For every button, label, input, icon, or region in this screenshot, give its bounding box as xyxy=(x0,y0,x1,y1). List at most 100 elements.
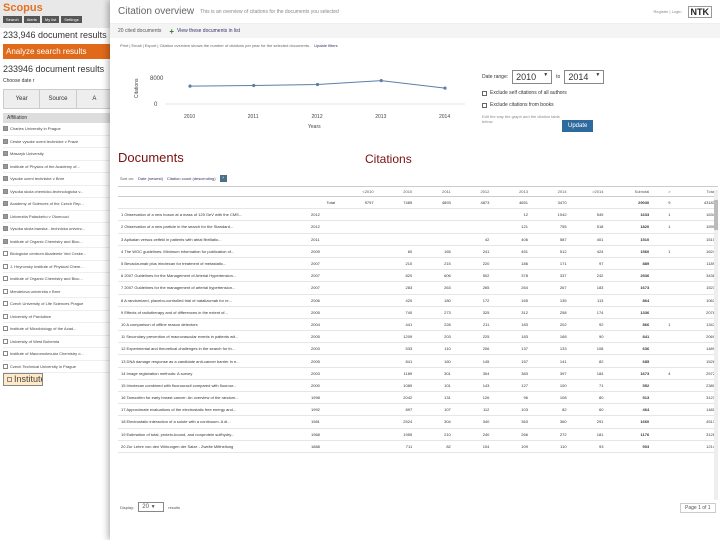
document-title-link[interactable]: 15 Irinotecan combined with fluorouracil… xyxy=(118,379,308,393)
affiliation-item[interactable]: J. Heyrovsky Institute of Physical Chem.… xyxy=(3,261,114,273)
pager[interactable]: Page 1 of 1 xyxy=(680,503,716,513)
exclude-books-row[interactable]: Exclude citations from books xyxy=(482,102,682,108)
update-button[interactable]: Update xyxy=(562,120,594,132)
affiliation-item[interactable]: Academy of Sciences of the Czech Rep... xyxy=(3,198,114,211)
document-title-link[interactable]: 13 DNA damage response as a candidate an… xyxy=(118,354,308,368)
affiliation-checkbox[interactable] xyxy=(3,313,8,319)
affiliation-checkbox[interactable] xyxy=(7,376,12,382)
citation-count-cell: 112 xyxy=(453,403,493,417)
affiliation-item[interactable]: Institute of Organic Chemistry and Bioc.… xyxy=(3,236,114,248)
citation-count-cell xyxy=(652,342,674,356)
affiliation-item[interactable]: Mendelova univerzita v Brne xyxy=(3,286,114,298)
affiliation-item[interactable]: Institute of Physics of the Academy of..… xyxy=(3,161,114,173)
affiliation-checkbox[interactable] xyxy=(3,251,8,257)
publication-year: 1998 xyxy=(308,391,338,405)
document-title-link[interactable]: 6 2007 Guidelines for the Management of … xyxy=(118,269,308,283)
affiliation-checkbox[interactable] xyxy=(3,363,8,369)
affiliation-item[interactable]: Charles University in Prague xyxy=(3,123,114,136)
document-title-link[interactable]: 4 The WGC guidelines: Minimum informatio… xyxy=(118,245,308,258)
affiliation-checkbox[interactable] xyxy=(3,188,8,194)
range-to-select[interactable]: 2014 ▼ xyxy=(564,70,605,84)
affiliation-checkbox[interactable] xyxy=(3,138,8,144)
document-title-link[interactable]: 11 Secondary prevention of macrovascular… xyxy=(118,330,308,344)
document-title-link[interactable]: 20 Zur Lehre von den Wirkungen der Salze… xyxy=(118,440,308,453)
document-title-link[interactable]: 3 Apikalan versus cetfekl in patients wi… xyxy=(118,233,308,246)
affiliation-checkbox[interactable] xyxy=(3,326,8,332)
citation-count-cell: 1633 xyxy=(606,208,653,222)
affiliation-item[interactable]: Vysoka skola chemicko-technologicka v... xyxy=(3,186,114,198)
sort-go-button[interactable]: › xyxy=(219,175,227,182)
tab-settings[interactable]: Settings xyxy=(61,16,82,23)
document-title-link[interactable]: 17 Approximate evaluations of the electr… xyxy=(118,403,308,417)
document-title-link[interactable]: 18 Electrostatic interaction of a solute… xyxy=(118,415,308,429)
document-title-link[interactable]: 10 A comparison of offline reason detect… xyxy=(118,318,308,332)
affiliation-checkbox[interactable] xyxy=(3,351,8,357)
document-title-link[interactable]: 2 Observation of a new particle in the s… xyxy=(118,220,308,234)
affiliation-item[interactable]: Masaryk University xyxy=(3,148,114,161)
vertical-scrollbar[interactable] xyxy=(714,190,718,500)
exclude-books-checkbox[interactable] xyxy=(482,102,487,108)
tab-alerts[interactable]: Alerts xyxy=(23,16,40,23)
tab-source[interactable]: Source xyxy=(40,90,77,108)
affiliation-item[interactable]: Institute of Microbiology of the Acad... xyxy=(3,323,114,336)
document-title-link[interactable]: 1 Observation of a new boson at a mass o… xyxy=(118,208,308,222)
update-filters-link[interactable]: Update filters xyxy=(314,43,338,48)
citation-count-cell xyxy=(652,440,674,453)
document-title-link[interactable]: 12 Experimental and theoretical challeng… xyxy=(118,342,308,356)
document-title-link[interactable]: 14 Image registration methods: A survey xyxy=(118,367,308,380)
affiliation-item[interactable]: Biologicke centrum Akademie Ved Ceske... xyxy=(3,248,114,261)
citation-count-cell: 82 xyxy=(415,440,454,453)
citation-count-cell: 168 xyxy=(530,330,570,344)
tab-my-list[interactable]: My list xyxy=(41,16,60,23)
tab-year[interactable]: Year xyxy=(4,90,41,108)
affiliation-checkbox[interactable] xyxy=(3,301,8,307)
affiliation-item[interactable]: Institute of Organic Chemistry and Bioc.… xyxy=(3,273,114,286)
affiliation-checkbox[interactable] xyxy=(3,263,8,269)
citation-count-cell: 301 xyxy=(415,367,454,380)
affiliation-checkbox[interactable] xyxy=(3,338,8,344)
affiliation-checkbox[interactable] xyxy=(3,176,8,182)
affiliation-item[interactable]: Vysoka skola banska - technicka univerz.… xyxy=(3,223,114,236)
affiliation-checkbox[interactable] xyxy=(3,288,8,294)
view-documents-link[interactable]: View these documents in list xyxy=(177,28,240,34)
affiliation-item[interactable]: University of Pardubice xyxy=(3,311,114,323)
top-links[interactable]: Register | Login xyxy=(654,9,682,14)
exclude-self-checkbox[interactable] xyxy=(482,90,487,96)
affiliation-item[interactable]: Ceske vysoke uceni technicke v Praze xyxy=(3,136,114,148)
tab-author[interactable]: A xyxy=(76,90,113,108)
tab-search[interactable]: Search xyxy=(3,16,22,23)
affiliation-item[interactable]: Institute of Medicine Czech Academy xyxy=(3,373,43,386)
affiliation-item[interactable]: Univerzita Palackeho v Olomouci xyxy=(3,211,114,223)
affiliation-checkbox[interactable] xyxy=(3,126,8,132)
range-from-select[interactable]: 2010 ▼ xyxy=(512,70,553,84)
plus-icon[interactable]: + xyxy=(169,27,174,36)
affiliation-checkbox[interactable] xyxy=(3,226,8,232)
document-title-link[interactable]: 19 Estimation of total, protein-bound, a… xyxy=(118,428,308,441)
document-title-link[interactable]: 8 A randomized, placebo-controlled trial… xyxy=(118,294,308,307)
citation-count-cell: 283 xyxy=(376,281,416,295)
sort-date[interactable]: Date (newest) xyxy=(138,176,163,181)
document-title-link[interactable]: 9 Effects of radiotherapy and of differe… xyxy=(118,306,308,319)
affiliation-checkbox[interactable] xyxy=(3,151,8,157)
document-title-link[interactable]: 5 Bevacizumab plus irinotecan for treatm… xyxy=(118,257,308,271)
affiliation-item[interactable]: Institute of Macromolecular Chemistry o.… xyxy=(3,348,114,361)
affiliation-checkbox[interactable] xyxy=(3,238,8,244)
scrollbar-thumb[interactable] xyxy=(714,200,718,230)
display-select[interactable]: 20 ▼ xyxy=(138,502,165,512)
affiliation-checkbox[interactable] xyxy=(3,163,8,169)
affiliation-item[interactable]: University of West Bohemia xyxy=(3,336,114,348)
affiliation-checkbox[interactable] xyxy=(3,276,8,282)
citation-count-cell: 897 xyxy=(376,403,416,417)
sort-citations[interactable]: Citation count (descending) xyxy=(167,176,216,181)
document-title-link[interactable]: 16 Tamoxifen for early breast cancer: An… xyxy=(118,391,308,405)
affiliation-item[interactable]: Vysoke uceni technicke v Brne xyxy=(3,173,114,186)
citation-count-cell: 291 xyxy=(569,415,607,429)
affiliation-item[interactable]: Czech Technical University in Prague xyxy=(3,361,114,373)
exclude-self-row[interactable]: Exclude self citations of all authors xyxy=(482,90,682,96)
affiliation-item[interactable]: Czech University of Life Sciences Prague xyxy=(3,298,114,311)
affiliation-checkbox[interactable] xyxy=(3,213,8,219)
document-title-link[interactable]: 7 2007 Guidelines for the management of … xyxy=(118,281,308,295)
affiliation-checkbox[interactable] xyxy=(3,201,8,207)
choose-date[interactable]: Choose date r xyxy=(3,78,34,84)
citation-count-cell: 157 xyxy=(492,354,531,368)
